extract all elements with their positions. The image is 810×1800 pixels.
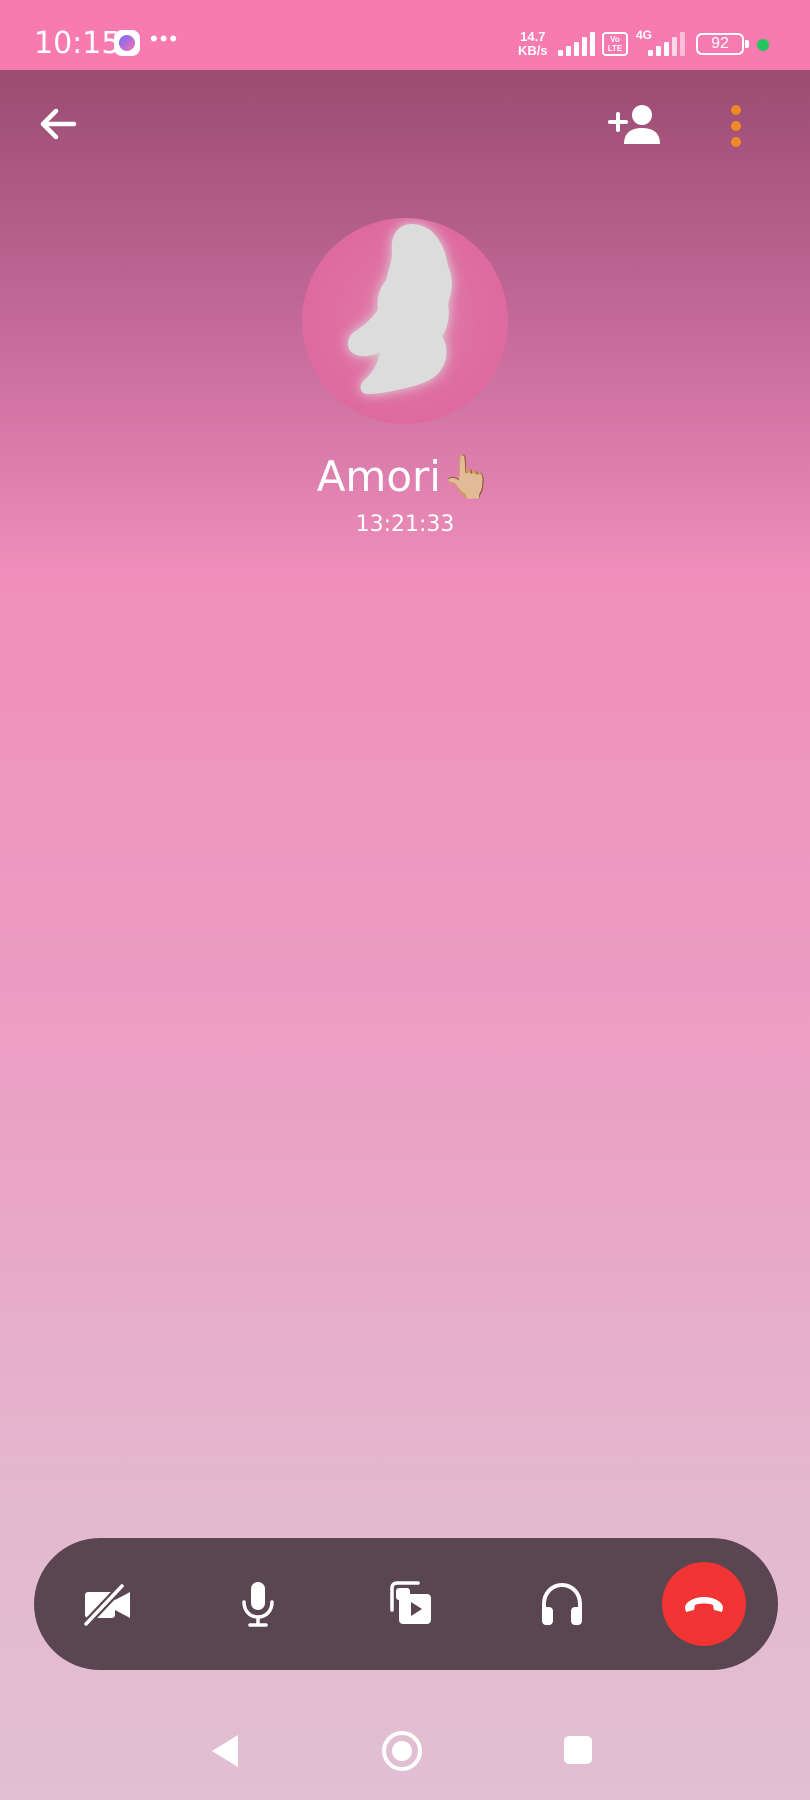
- status-time: 10:15: [34, 26, 121, 61]
- end-call-icon: [685, 1597, 723, 1612]
- back-button[interactable]: [34, 100, 82, 148]
- network-speed-value: 14.7: [520, 29, 546, 44]
- share-media-button[interactable]: [372, 1566, 448, 1642]
- call-duration: 13:21:33: [355, 512, 455, 537]
- messenger-notification-icon: [114, 30, 140, 56]
- network-speed-unit: KB/s: [518, 43, 548, 58]
- arrow-left-icon: [40, 108, 77, 140]
- signal-strength-icon-2: [648, 32, 685, 56]
- signal-strength-icon: [558, 32, 595, 56]
- status-bar: 10:15 ••• 14.7 KB/s Vo LTE 4G 92: [0, 0, 810, 70]
- contact-name: Amori👆🏼: [316, 452, 494, 501]
- mute-button[interactable]: [220, 1566, 296, 1642]
- triangle-back-icon: [212, 1735, 238, 1767]
- video-off-icon: [82, 1582, 130, 1628]
- volte-icon: Vo LTE: [602, 32, 628, 56]
- microphone-icon: [242, 1582, 274, 1627]
- more-vertical-icon: [731, 105, 741, 147]
- more-options-button[interactable]: [716, 100, 756, 156]
- headphones-icon: [542, 1582, 582, 1625]
- network-speed: 14.7 KB/s: [518, 30, 548, 58]
- add-participant-button[interactable]: [606, 100, 662, 148]
- silhouette-image: [348, 224, 452, 394]
- nav-back-button[interactable]: [210, 1733, 240, 1769]
- call-controls-bar: [34, 1538, 778, 1670]
- nav-home-button[interactable]: [382, 1731, 422, 1771]
- add-person-icon: [608, 105, 660, 144]
- more-notifications-indicator: •••: [150, 26, 180, 51]
- media-share-icon: [390, 1581, 431, 1624]
- nav-recents-button[interactable]: [564, 1736, 592, 1764]
- end-call-button[interactable]: [662, 1562, 746, 1646]
- audio-output-button[interactable]: [524, 1566, 600, 1642]
- toggle-camera-button[interactable]: [68, 1566, 144, 1642]
- privacy-indicator-icon: [757, 39, 769, 51]
- contact-avatar: [302, 218, 508, 424]
- battery-icon: 92: [696, 33, 749, 55]
